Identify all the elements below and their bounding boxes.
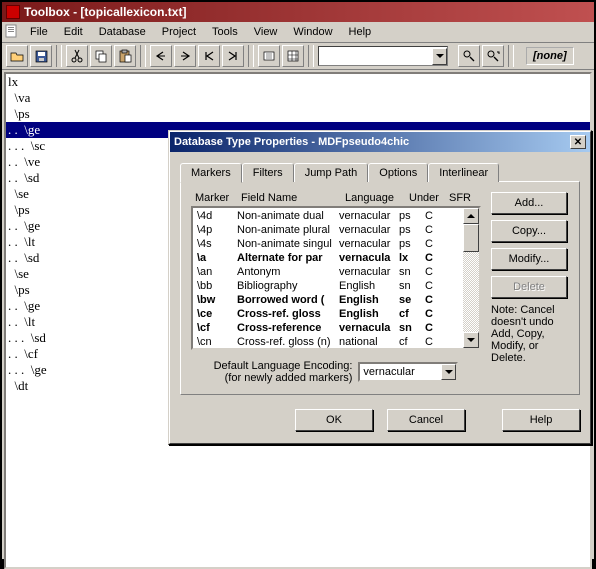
tab-filters[interactable]: Filters bbox=[242, 163, 294, 182]
dialog-buttons: OK Cancel Help bbox=[180, 409, 580, 431]
doc-icon bbox=[4, 24, 18, 38]
table-row[interactable]: \aAlternate for parvernaculalxC bbox=[195, 251, 477, 265]
toolbar-separator bbox=[56, 45, 62, 67]
delete-button[interactable]: Delete bbox=[491, 276, 567, 298]
toolbar-separator bbox=[508, 45, 514, 67]
col-sfr: SFR bbox=[449, 192, 479, 204]
toolbar: [none] bbox=[2, 43, 594, 70]
find-next-icon[interactable] bbox=[482, 45, 504, 67]
menu-database[interactable]: Database bbox=[91, 24, 154, 40]
ok-button[interactable]: OK bbox=[295, 409, 373, 431]
save-icon[interactable] bbox=[30, 45, 52, 67]
col-marker: Marker bbox=[195, 192, 241, 204]
dialog: Database Type Properties - MDFpseudo4chi… bbox=[168, 130, 592, 445]
grid-icon[interactable] bbox=[282, 45, 304, 67]
col-under: Under bbox=[409, 192, 449, 204]
app-icon bbox=[6, 5, 20, 19]
toolbar-combo[interactable] bbox=[318, 46, 448, 66]
scroll-thumb[interactable] bbox=[463, 224, 479, 252]
table-row[interactable]: \cnCross-ref. gloss (n)nationalcfC bbox=[195, 335, 477, 349]
col-field-name: Field Name bbox=[241, 192, 345, 204]
nav-forward-icon[interactable] bbox=[174, 45, 196, 67]
scroll-track[interactable] bbox=[463, 252, 479, 332]
chevron-down-icon[interactable] bbox=[432, 48, 447, 65]
nav-first-icon[interactable] bbox=[198, 45, 220, 67]
menu-project[interactable]: Project bbox=[154, 24, 204, 40]
chevron-down-icon[interactable] bbox=[441, 364, 456, 380]
titlebar: Toolbox - [topicallexicon.txt] bbox=[2, 2, 594, 22]
table-row[interactable]: \4sNon-animate singulvernacularpsC bbox=[195, 237, 477, 251]
window-title: Toolbox - [topicallexicon.txt] bbox=[24, 5, 186, 19]
tab-strip: Markers Filters Jump Path Options Interl… bbox=[180, 163, 580, 182]
tab-jump-path[interactable]: Jump Path bbox=[294, 163, 369, 182]
table-row[interactable]: \anAntonymvernacularsnC bbox=[195, 265, 477, 279]
document-line[interactable]: \va bbox=[6, 90, 590, 106]
document-line[interactable]: \ps bbox=[6, 106, 590, 122]
toolbar-separator bbox=[248, 45, 254, 67]
add-button[interactable]: Add... bbox=[491, 192, 567, 214]
find-icon[interactable] bbox=[458, 45, 480, 67]
menu-tools[interactable]: Tools bbox=[204, 24, 246, 40]
table-row[interactable]: \bbBibliographyEnglishsnC bbox=[195, 279, 477, 293]
toolbar-separator bbox=[140, 45, 146, 67]
help-button[interactable]: Help bbox=[502, 409, 580, 431]
menu-view[interactable]: View bbox=[246, 24, 286, 40]
menu-file[interactable]: File bbox=[22, 24, 56, 40]
toolbar-separator bbox=[308, 45, 314, 67]
table-row[interactable]: \bwBorrowed word (EnglishseC bbox=[195, 293, 477, 307]
insert-record-icon[interactable] bbox=[258, 45, 280, 67]
col-language: Language bbox=[345, 192, 409, 204]
default-encoding-value: vernacular bbox=[363, 366, 414, 378]
menu-help[interactable]: Help bbox=[341, 24, 380, 40]
note-text: Note: Cancel doesn't undo Add, Copy, Mod… bbox=[491, 304, 569, 364]
nav-last-icon[interactable] bbox=[222, 45, 244, 67]
default-encoding-label: Default Language Encoding: (for newly ad… bbox=[214, 360, 353, 384]
toolbar-status-label: [none] bbox=[526, 47, 574, 65]
app-window: Toolbox - [topicallexicon.txt] File Edit… bbox=[0, 0, 596, 561]
tab-options[interactable]: Options bbox=[368, 163, 428, 182]
close-icon[interactable]: ✕ bbox=[570, 135, 586, 149]
menubar: File Edit Database Project Tools View Wi… bbox=[2, 22, 594, 43]
copy-icon[interactable] bbox=[90, 45, 112, 67]
cancel-button[interactable]: Cancel bbox=[387, 409, 465, 431]
open-icon[interactable] bbox=[6, 45, 28, 67]
modify-button[interactable]: Modify... bbox=[491, 248, 567, 270]
copy-button[interactable]: Copy... bbox=[491, 220, 567, 242]
scrollbar[interactable] bbox=[463, 208, 479, 348]
document-line[interactable]: lx bbox=[6, 74, 590, 90]
markers-listbox[interactable]: \4dNon-animate dualvernacularpsC\4pNon-a… bbox=[191, 206, 481, 350]
paste-icon[interactable] bbox=[114, 45, 136, 67]
default-encoding-select[interactable]: vernacular bbox=[358, 362, 458, 382]
table-row[interactable]: \4dNon-animate dualvernacularpsC bbox=[195, 209, 477, 223]
default-encoding-row: Default Language Encoding: (for newly ad… bbox=[191, 350, 481, 384]
tab-panel: Marker Field Name Language Under SFR \4d… bbox=[180, 181, 580, 395]
menu-edit[interactable]: Edit bbox=[56, 24, 91, 40]
nav-back-icon[interactable] bbox=[150, 45, 172, 67]
menu-window[interactable]: Window bbox=[285, 24, 340, 40]
tab-interlinear[interactable]: Interlinear bbox=[428, 163, 499, 182]
table-row[interactable]: \cfCross-referencevernaculasnC bbox=[195, 321, 477, 335]
column-headers: Marker Field Name Language Under SFR bbox=[191, 192, 481, 206]
tab-markers[interactable]: Markers bbox=[180, 163, 242, 183]
scroll-up-icon[interactable] bbox=[463, 208, 479, 224]
dialog-title: Database Type Properties - MDFpseudo4chi… bbox=[174, 136, 409, 148]
dialog-titlebar: Database Type Properties - MDFpseudo4chi… bbox=[170, 132, 590, 152]
table-row[interactable]: \ceCross-ref. glossEnglishcfC bbox=[195, 307, 477, 321]
table-row[interactable]: \4pNon-animate pluralvernacularpsC bbox=[195, 223, 477, 237]
cut-icon[interactable] bbox=[66, 45, 88, 67]
scroll-down-icon[interactable] bbox=[463, 332, 479, 348]
